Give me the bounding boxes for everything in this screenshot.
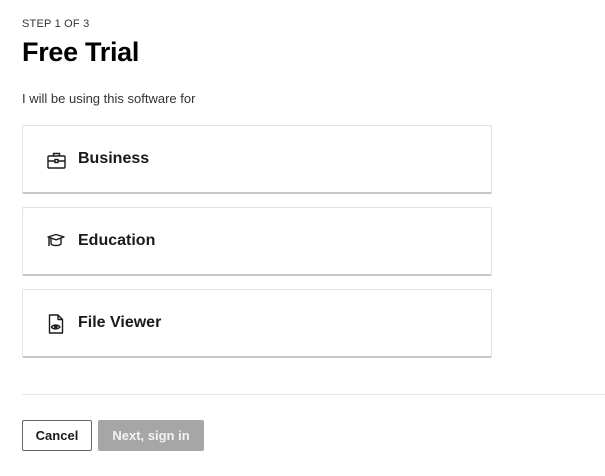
footer-divider (22, 394, 605, 395)
usage-options: Business Education File Viewer (22, 125, 492, 371)
step-indicator: STEP 1 OF 3 (22, 18, 90, 30)
next-sign-in-button[interactable]: Next, sign in (98, 420, 204, 451)
cancel-button[interactable]: Cancel (22, 420, 92, 451)
option-label: Education (78, 232, 156, 249)
file-view-icon (46, 314, 66, 334)
page-title: Free Trial (22, 37, 140, 67)
option-label: File Viewer (78, 314, 162, 331)
option-file-viewer[interactable]: File Viewer (22, 289, 492, 358)
briefcase-icon (46, 150, 66, 170)
option-business[interactable]: Business (22, 125, 492, 194)
option-education[interactable]: Education (22, 207, 492, 276)
free-trial-page: STEP 1 OF 3 Free Trial I will be using t… (0, 0, 605, 476)
option-label: Business (78, 150, 150, 167)
page-subtitle: I will be using this software for (22, 91, 196, 106)
graduation-cap-icon (46, 232, 66, 252)
